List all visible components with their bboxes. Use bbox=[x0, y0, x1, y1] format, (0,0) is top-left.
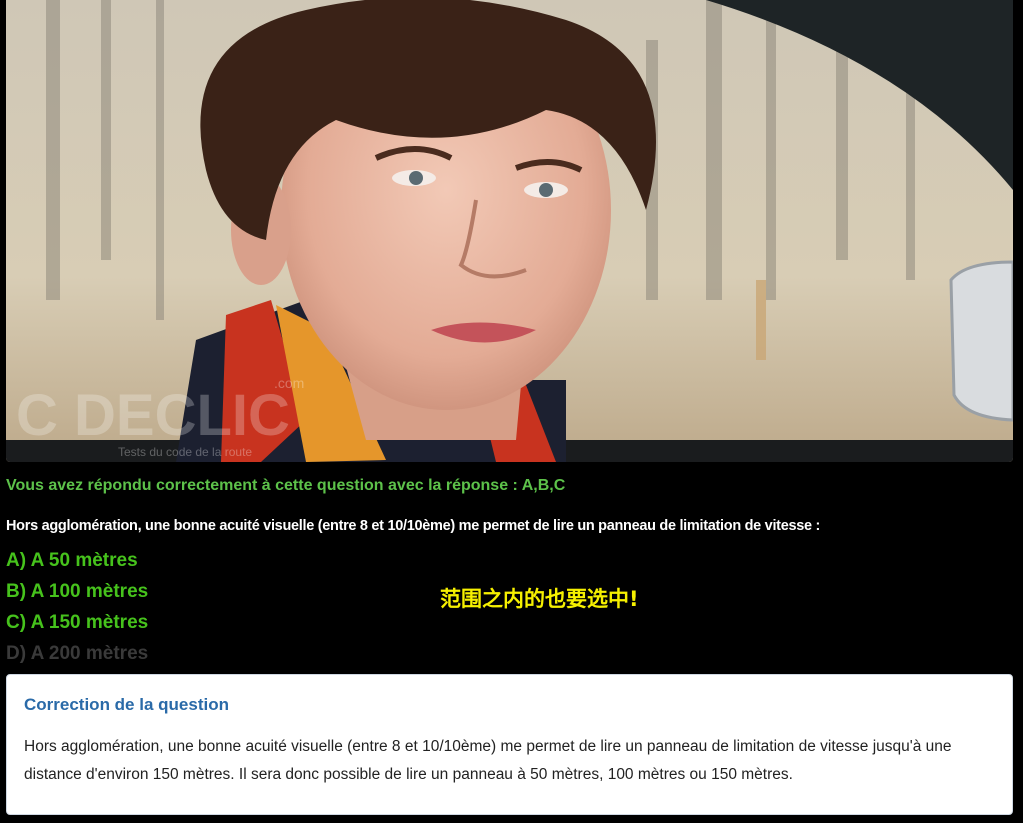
result-message: Vous avez répondu correctement à cette q… bbox=[6, 477, 566, 494]
answer-a[interactable]: A) A 50 mètres bbox=[6, 548, 148, 579]
annotation-note: 范围之内的也要选中! bbox=[440, 587, 639, 611]
watermark-tagline: Tests du code de la route bbox=[118, 445, 252, 459]
question-text: Hors agglomération, une bonne acuité vis… bbox=[6, 518, 821, 534]
answer-c[interactable]: C) A 150 mètres bbox=[6, 610, 148, 641]
correction-text: Hors agglomération, une bonne acuité vis… bbox=[24, 738, 952, 783]
watermark-logo: C DECLIC bbox=[16, 383, 290, 448]
answers-list: A) A 50 mètres B) A 100 mètres C) A 150 … bbox=[6, 548, 148, 672]
answer-b[interactable]: B) A 100 mètres bbox=[6, 579, 148, 610]
correction-panel: Correction de la question Hors aggloméra… bbox=[6, 674, 1013, 815]
question-photo: C DECLIC .com Tests du code de la route bbox=[6, 0, 1013, 462]
correction-title: Correction de la question bbox=[24, 695, 229, 714]
answer-d[interactable]: D) A 200 mètres bbox=[6, 641, 148, 672]
watermark-suffix: .com bbox=[274, 375, 304, 391]
